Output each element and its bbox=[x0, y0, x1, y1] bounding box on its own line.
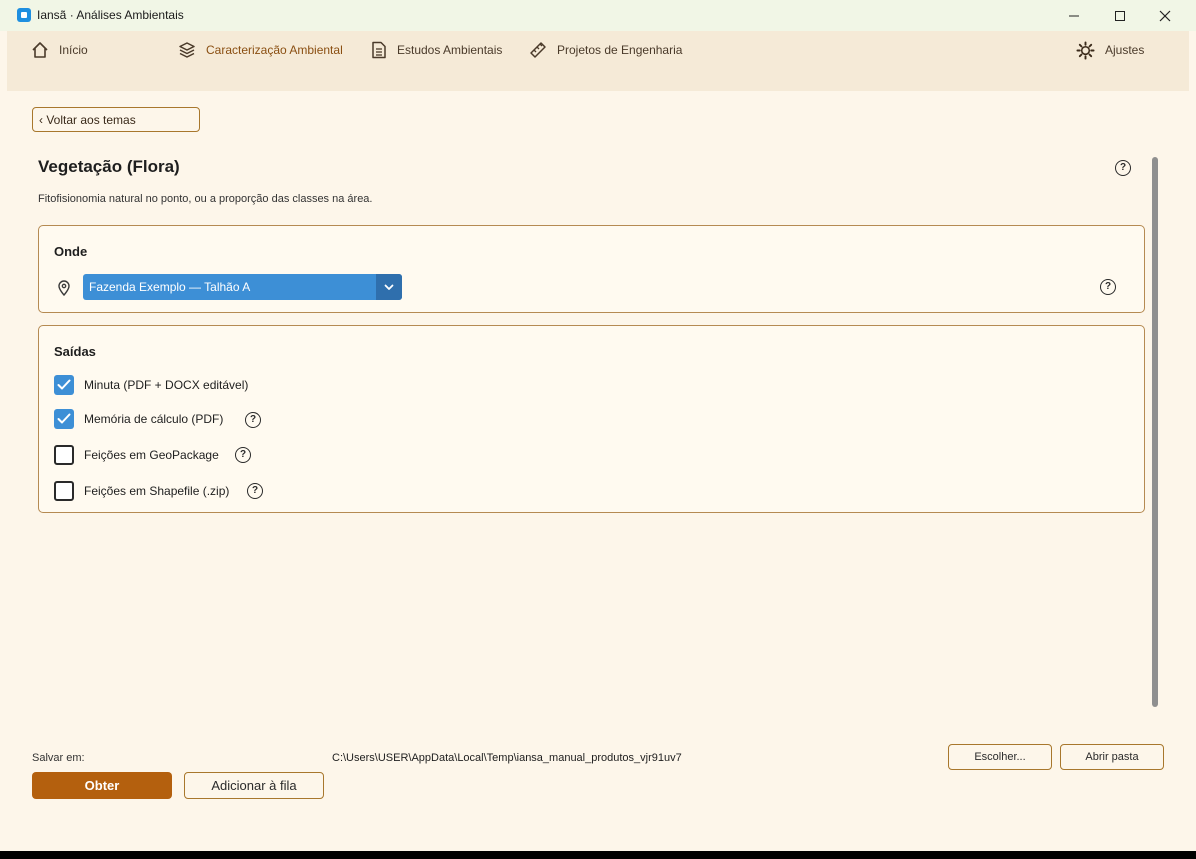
geopackage-checkbox[interactable] bbox=[54, 445, 74, 465]
output-label: Minuta (PDF + DOCX editável) bbox=[84, 378, 249, 392]
memoria-help-icon[interactable]: ? bbox=[245, 412, 261, 428]
nav-item-projetos[interactable]: Projetos de Engenharia bbox=[529, 40, 682, 60]
add-to-queue-button[interactable]: Adicionar à fila bbox=[184, 772, 324, 799]
where-title: Onde bbox=[54, 244, 88, 259]
nav-item-caracterizacao[interactable]: Caracterização Ambiental bbox=[178, 40, 343, 60]
memoria-checkbox[interactable] bbox=[54, 409, 74, 429]
ruler-icon bbox=[530, 42, 546, 58]
nav-item-ajustes[interactable]: Ajustes bbox=[1076, 40, 1144, 60]
settings-label: Ajustes bbox=[1105, 43, 1145, 57]
location-select-value: Fazenda Exemplo — Talhão A bbox=[89, 280, 251, 294]
nav-label: Caracterização Ambiental bbox=[206, 43, 343, 57]
nav-label: Início bbox=[59, 43, 88, 57]
app-icon bbox=[17, 8, 31, 22]
dropdown-button[interactable] bbox=[376, 274, 402, 300]
save-path: C:\Users\USER\AppData\Local\Temp\iansa_m… bbox=[332, 752, 682, 764]
outputs-card: Saídas Minuta (PDF + DOCX editável) Memó… bbox=[38, 325, 1145, 513]
shapefile-help-icon[interactable]: ? bbox=[247, 483, 263, 499]
checkmark-icon bbox=[57, 413, 71, 424]
page-title: Vegetação (Flora) bbox=[38, 157, 180, 176]
nav-item-estudos[interactable]: Estudos Ambientais bbox=[371, 40, 502, 60]
minimize-button[interactable] bbox=[1051, 0, 1097, 31]
output-shapefile[interactable]: Feições em Shapefile (.zip) bbox=[54, 479, 229, 503]
output-minuta[interactable]: Minuta (PDF + DOCX editável) bbox=[54, 373, 248, 397]
output-geopackage[interactable]: Feições em GeoPackage bbox=[54, 443, 219, 467]
help-icon[interactable]: ? bbox=[1115, 160, 1131, 176]
window-title: Iansã · Análises Ambientais bbox=[37, 8, 184, 22]
page-description: Fitofisionomia natural no ponto, ou a pr… bbox=[38, 193, 373, 205]
app-window: Iansã · Análises Ambientais Início Carac… bbox=[0, 0, 1196, 851]
title-bar: Iansã · Análises Ambientais bbox=[0, 0, 1196, 31]
nav-label: Projetos de Engenharia bbox=[557, 43, 683, 57]
outputs-title: Saídas bbox=[54, 344, 96, 359]
save-label: Salvar em: bbox=[32, 752, 85, 764]
open-folder-button[interactable]: Abrir pasta bbox=[1060, 744, 1164, 770]
maximize-icon bbox=[1115, 11, 1125, 21]
minimize-icon bbox=[1069, 15, 1079, 17]
output-memoria[interactable]: Memória de cálculo (PDF) bbox=[54, 407, 223, 431]
back-to-themes-button[interactable]: ‹ Voltar aos temas bbox=[32, 107, 200, 132]
minuta-checkbox[interactable] bbox=[54, 375, 74, 395]
close-button[interactable] bbox=[1142, 0, 1188, 31]
location-select[interactable]: Fazenda Exemplo — Talhão A bbox=[83, 274, 402, 300]
nav-label: Estudos Ambientais bbox=[397, 43, 503, 57]
shapefile-checkbox[interactable] bbox=[54, 481, 74, 501]
top-nav: Início Caracterização Ambiental Estudos … bbox=[7, 31, 1189, 91]
output-label: Memória de cálculo (PDF) bbox=[84, 412, 224, 426]
nav-item-inicio[interactable]: Início bbox=[31, 40, 88, 60]
geopackage-help-icon[interactable]: ? bbox=[235, 447, 251, 463]
maximize-button[interactable] bbox=[1097, 0, 1143, 31]
layers-icon bbox=[179, 42, 195, 58]
chevron-down-icon bbox=[384, 284, 394, 290]
home-icon bbox=[32, 42, 48, 58]
output-label: Feições em GeoPackage bbox=[84, 448, 219, 462]
checkmark-icon bbox=[57, 379, 71, 390]
scrollbar[interactable] bbox=[1152, 157, 1158, 707]
close-icon bbox=[1159, 10, 1171, 22]
document-icon bbox=[372, 41, 386, 59]
gear-icon bbox=[1076, 40, 1095, 60]
where-card: Onde Fazenda Exemplo — Talhão A ? bbox=[38, 225, 1145, 313]
location-pin-icon bbox=[58, 280, 70, 296]
obtain-button[interactable]: Obter bbox=[32, 772, 172, 799]
output-label: Feições em Shapefile (.zip) bbox=[84, 484, 230, 498]
where-help-icon[interactable]: ? bbox=[1100, 279, 1116, 295]
choose-folder-button[interactable]: Escolher... bbox=[948, 744, 1052, 770]
